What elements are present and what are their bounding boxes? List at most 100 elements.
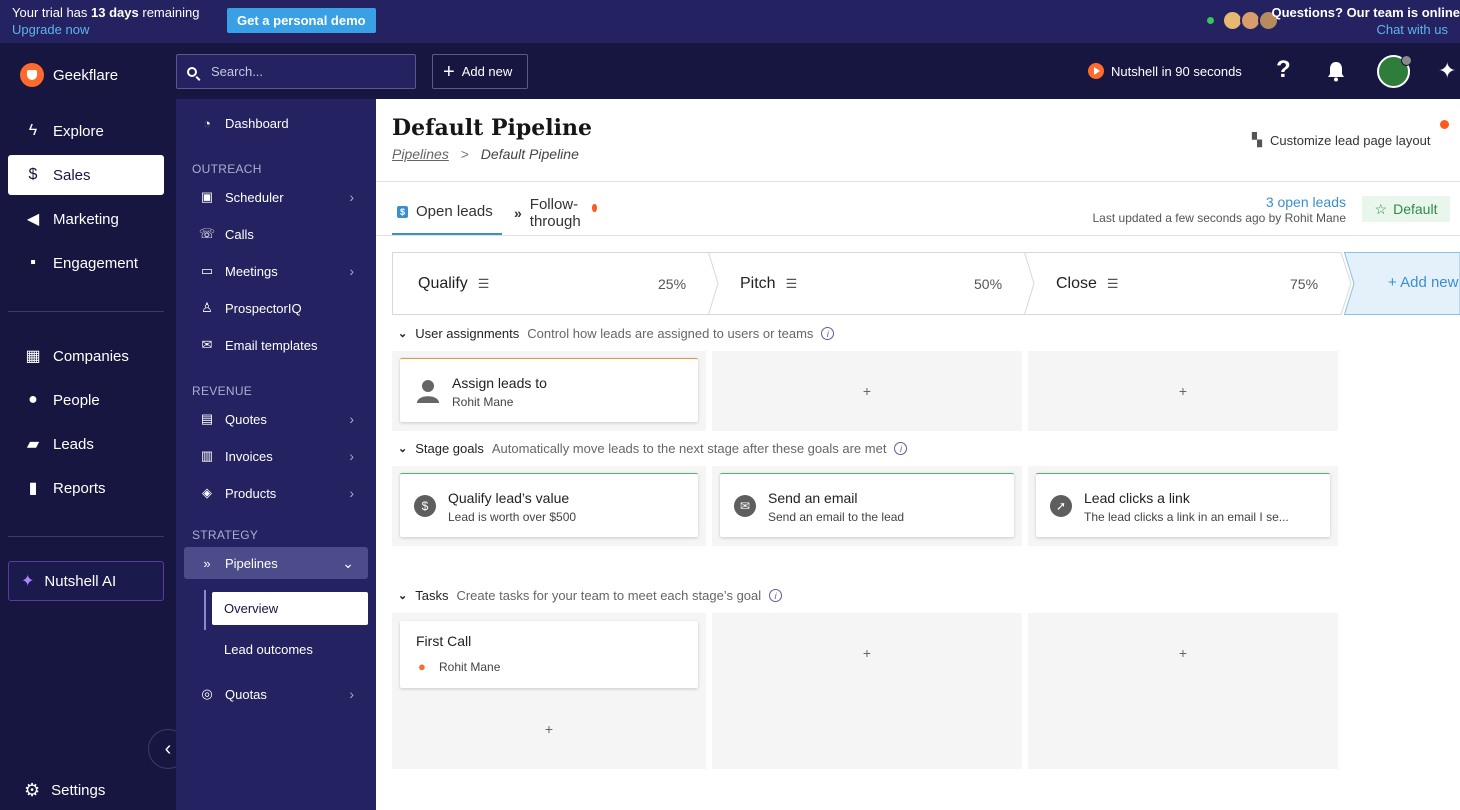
add-new-label: Add new [461,64,513,79]
nutshell-ai-button[interactable]: ✦ Nutshell AI [8,561,164,601]
subnav-meetings[interactable]: ▭ Meetings › [184,255,368,287]
building-icon: ▦ [25,348,41,365]
add-stage-button[interactable]: + Add new [1343,252,1460,315]
subnav-label: ProspectorIQ [225,300,302,316]
nav-reports[interactable]: ▮ Reports [8,468,164,508]
nav-settings[interactable]: ⚙ Settings [24,780,105,801]
tab-follow-through[interactable]: » Follow-through [514,190,597,235]
stage-goals-header[interactable]: ⌄ Stage goals Automatically move leads t… [398,441,908,456]
nav-sales[interactable]: $ Sales [8,155,164,195]
dollar-icon: $ [414,495,436,517]
assignment-cell-empty[interactable]: + [712,351,1022,431]
nav-divider [8,536,164,537]
subnav-products[interactable]: ◈ Products › [184,477,368,509]
add-icon: + [862,645,872,661]
subnav-scheduler[interactable]: ▣ Scheduler › [184,181,368,213]
search-icon [187,66,197,77]
intro-video-link[interactable]: Nutshell in 90 seconds [1088,62,1242,80]
subnav-dashboard[interactable]: ◔ Dashboard [184,107,368,139]
default-label: Default [1393,201,1438,217]
goal-cell: $ Qualify lead’s value Lead is worth ove… [392,466,706,546]
section-title: Stage goals [415,441,484,456]
info-icon[interactable]: i [894,442,908,455]
support-prompt: Questions? Our team is online Chat with … [1271,5,1460,37]
ai-sparkle-icon: ✦ [21,573,35,590]
goal-card[interactable]: $ Qualify lead’s value Lead is worth ove… [400,473,698,537]
search-input[interactable]: Search... [176,54,416,89]
stage-qualify[interactable]: Qualify ☰ 25% [392,252,720,315]
subnav-label: Meetings [225,263,278,279]
subnav-label: Scheduler [225,189,284,205]
breadcrumb-pipelines-link[interactable]: Pipelines [392,146,449,162]
open-leads-link[interactable]: 3 open leads [1260,194,1346,210]
chat-with-us-link[interactable]: Chat with us [1271,22,1448,37]
subnav-lead-outcomes[interactable]: Lead outcomes [212,633,368,666]
section-strategy: STRATEGY [192,528,259,542]
info-icon[interactable]: i [769,589,783,602]
subnav-prospectoriq[interactable]: ♙ ProspectorIQ [184,292,368,324]
subnav-overview[interactable]: Overview [212,592,368,625]
trial-message: Your trial has 13 days remaining Upgrade… [12,5,199,37]
help-icon[interactable]: ? [1276,56,1291,84]
bar-chart-icon: ▮ [28,480,38,497]
nav-explore[interactable]: ϟ Explore [8,111,164,151]
add-new-button[interactable]: + Add new [432,54,528,89]
assign-leads-card[interactable]: Assign leads to Rohit Mane [400,358,698,422]
customize-layout-button[interactable]: ▚ Customize lead page layout [1252,132,1430,148]
personal-demo-button[interactable]: Get a personal demo [227,8,376,33]
document-icon: ▤ [200,411,214,426]
user-avatar[interactable] [1377,55,1412,88]
chat-icon: ▪ [30,254,36,271]
stage-close[interactable]: Close ☰ 75% [1024,252,1352,315]
section-description: Control how leads are assigned to users … [527,326,814,341]
subnav-email-templates[interactable]: ✉ Email templates [184,329,368,361]
subnav-invoices[interactable]: ▥ Invoices › [184,440,368,472]
info-icon[interactable]: i [821,327,835,340]
megaphone-icon: ◀ [26,211,40,228]
dollar-ticket-icon: $ [397,205,409,218]
add-task-icon[interactable]: + [545,721,553,737]
section-description: Create tasks for your team to meet each … [456,588,762,603]
video-camera-icon: ▭ [200,263,214,278]
task-cell-empty[interactable]: + [1028,613,1338,769]
nav-label: Sales [53,166,91,184]
stage-description-icon: ☰ [477,275,490,291]
chevron-down-icon: ⌄ [398,590,408,602]
card-title: Qualify lead’s value [448,490,570,506]
nav-companies[interactable]: ▦ Companies [8,336,164,376]
subnav-pipelines[interactable]: » Pipelines ⌄ [184,547,368,579]
chevron-right-icon: › [349,411,354,427]
nav-label: Explore [53,122,104,140]
tab-open-leads[interactable]: $ Open leads [392,190,502,235]
assignment-cell-empty[interactable]: + [1028,351,1338,431]
nav-people[interactable]: ● People [8,380,164,420]
last-updated-text: Last updated a few seconds ago by Rohit … [1092,211,1347,225]
subnav-calls[interactable]: ☏ Calls [184,218,368,250]
dollar-icon: $ [28,166,38,183]
subnav-quotes[interactable]: ▤ Quotes › [184,403,368,435]
stage-name: Qualify [418,274,468,292]
customize-label: Customize lead page layout [1270,132,1431,148]
section-title: User assignments [415,326,520,341]
task-cell-empty[interactable]: + [712,613,1022,769]
stage-name: Pitch [740,274,776,292]
goal-card[interactable]: ✉ Send an email Send an email to the lea… [720,473,1014,537]
notifications-bell-icon[interactable] [1326,60,1346,82]
tasks-header[interactable]: ⌄ Tasks Create tasks for your team to me… [398,588,783,603]
nav-leads[interactable]: ▰ Leads [8,424,164,464]
upgrade-link[interactable]: Upgrade now [12,22,199,37]
nav-marketing[interactable]: ◀ Marketing [8,199,164,239]
user-assignments-header[interactable]: ⌄ User assignments Control how leads are… [398,326,835,341]
nav-engagement[interactable]: ▪ Engagement [8,243,164,283]
task-card[interactable]: First Call ● Rohit Mane [400,621,698,688]
trial-text-post: remaining [142,5,200,20]
nav-label: Companies [53,347,129,365]
goal-card[interactable]: ➚ Lead clicks a link The lead clicks a l… [1036,473,1330,537]
subnav-quotas[interactable]: ◎ Quotas › [184,678,368,710]
tabs-divider [376,235,1460,236]
company-brand[interactable]: Geekflare [20,63,118,87]
ai-sparkle-icon[interactable]: ✦ [1438,58,1456,84]
default-pipeline-badge[interactable]: ☆ Default [1362,196,1450,222]
add-icon: + [1178,645,1188,661]
stage-pitch[interactable]: Pitch ☰ 50% [708,252,1036,315]
